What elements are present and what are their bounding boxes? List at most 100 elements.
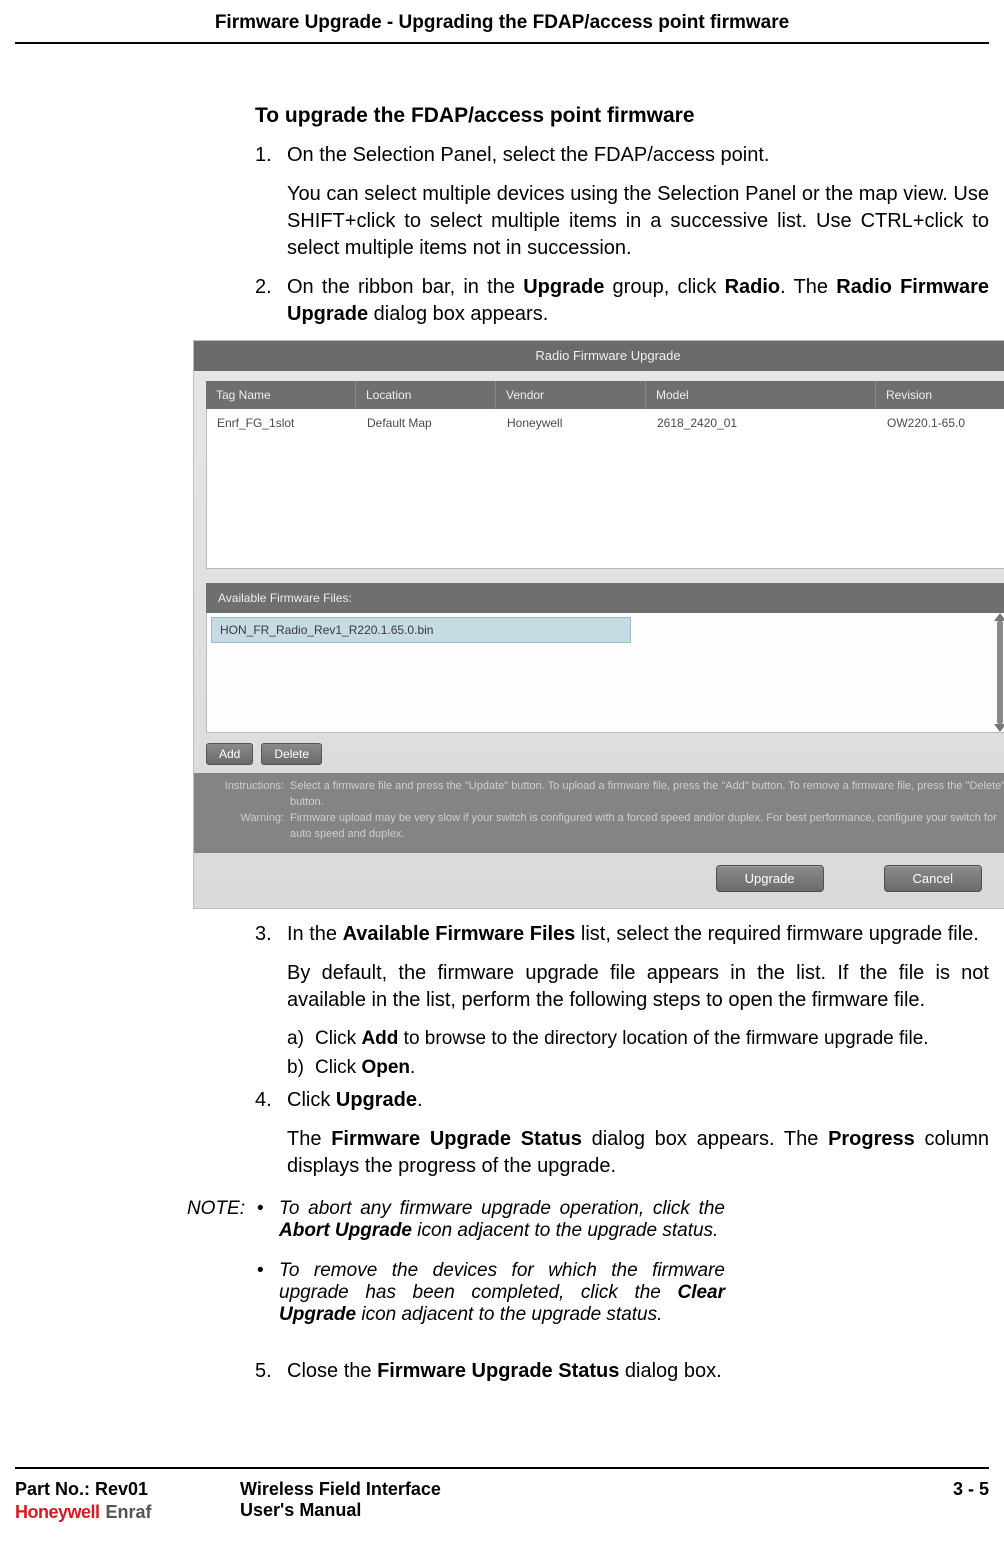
page-number: 3 - 5 bbox=[929, 1479, 989, 1523]
text: to browse to the directory location of t… bbox=[398, 1028, 928, 1049]
step-number: 3. bbox=[255, 921, 272, 948]
section-heading: To upgrade the FDAP/access point firmwar… bbox=[255, 104, 989, 128]
text-bold: Open bbox=[361, 1057, 410, 1078]
warning-text: Firmware upload may be very slow if your… bbox=[290, 811, 1004, 843]
step-4-p2: The Firmware Upgrade Status dialog box a… bbox=[287, 1126, 989, 1180]
step-4-p1: Click Upgrade. bbox=[287, 1087, 989, 1114]
step-3-p2: By default, the firmware upgrade file ap… bbox=[287, 960, 989, 1014]
step-3: 3. In the Available Firmware Files list,… bbox=[255, 921, 989, 1081]
dialog-footer: Upgrade Cancel bbox=[194, 853, 1004, 908]
step-number: 1. bbox=[255, 142, 272, 169]
text: icon adjacent to the upgrade status. bbox=[356, 1304, 662, 1325]
step-number: 2. bbox=[255, 274, 272, 301]
text: list, select the required firmware upgra… bbox=[575, 923, 979, 945]
substep-b: b) Click Open. bbox=[287, 1055, 989, 1081]
text: dialog box appears. bbox=[368, 303, 548, 325]
text-bold: Radio bbox=[725, 276, 781, 298]
list-item[interactable]: HON_FR_Radio_Rev1_R220.1.65.0.bin bbox=[211, 617, 631, 643]
cell-loc: Default Map bbox=[357, 409, 497, 437]
text-bold: Abort Upgrade bbox=[279, 1220, 412, 1241]
text-bold: Progress bbox=[828, 1128, 915, 1150]
radio-firmware-upgrade-dialog: Radio Firmware Upgrade × Tag Name Locati… bbox=[193, 340, 1004, 909]
step-number: 5. bbox=[255, 1358, 272, 1385]
col-model: Model bbox=[646, 381, 876, 409]
text: Click bbox=[315, 1057, 361, 1078]
dialog-screenshot: Radio Firmware Upgrade × Tag Name Locati… bbox=[193, 340, 989, 909]
substep-a: a) Click Add to browse to the directory … bbox=[287, 1026, 989, 1052]
text: In the bbox=[287, 923, 343, 945]
step-1-p1: On the Selection Panel, select the FDAP/… bbox=[287, 142, 989, 169]
header-rule bbox=[15, 42, 989, 44]
honeywell-logo: Honeywell bbox=[15, 1502, 100, 1522]
content-area: To upgrade the FDAP/access point firmwar… bbox=[15, 104, 989, 1385]
add-button[interactable]: Add bbox=[206, 743, 253, 765]
text: To abort any firmware upgrade operation,… bbox=[279, 1198, 725, 1219]
cell-mod: 2618_2420_01 bbox=[647, 409, 877, 437]
doc-title-2: User's Manual bbox=[240, 1500, 929, 1521]
instructions-text: Select a firmware file and press the "Up… bbox=[290, 779, 1004, 811]
scrollbar[interactable] bbox=[997, 621, 1003, 724]
note-label: NOTE: bbox=[183, 1198, 255, 1344]
text: dialog box appears. The bbox=[582, 1128, 828, 1150]
substeps: a) Click Add to browse to the directory … bbox=[287, 1026, 989, 1081]
step-2: 2. On the ribbon bar, in the Upgrade gro… bbox=[255, 274, 989, 909]
col-tag-name: Tag Name bbox=[206, 381, 356, 409]
procedure-list-cont: 5. Close the Firmware Upgrade Status dia… bbox=[255, 1358, 989, 1385]
text: The bbox=[287, 1128, 331, 1150]
grid-header: Tag Name Location Vendor Model Revision bbox=[206, 381, 1004, 409]
enraf-logo: Enraf bbox=[106, 1502, 152, 1522]
text: To remove the devices for which the firm… bbox=[279, 1260, 725, 1303]
text: . bbox=[410, 1057, 415, 1078]
cell-tag: Enrf_FG_1slot bbox=[207, 409, 357, 437]
warning-label: Warning: bbox=[204, 811, 290, 843]
note-block: NOTE: To abort any firmware upgrade oper… bbox=[255, 1198, 989, 1344]
text-bold: Firmware Upgrade Status bbox=[331, 1128, 582, 1150]
dialog-title: Radio Firmware Upgrade bbox=[535, 348, 680, 363]
text-bold: Upgrade bbox=[523, 276, 604, 298]
step-5: 5. Close the Firmware Upgrade Status dia… bbox=[255, 1358, 989, 1385]
text-bold: Firmware Upgrade Status bbox=[377, 1360, 619, 1382]
step-5-p1: Close the Firmware Upgrade Status dialog… bbox=[287, 1358, 989, 1385]
step-1: 1. On the Selection Panel, select the FD… bbox=[255, 142, 989, 262]
text: Click bbox=[287, 1089, 336, 1111]
cell-rev: OW220.1-65.0 bbox=[877, 409, 1004, 437]
procedure-list: 1. On the Selection Panel, select the FD… bbox=[255, 142, 989, 1180]
step-1-p2: You can select multiple devices using th… bbox=[287, 181, 989, 262]
step-3-p1: In the Available Firmware Files list, se… bbox=[287, 921, 989, 948]
text: icon adjacent to the upgrade status. bbox=[412, 1220, 718, 1241]
page-header: Firmware Upgrade - Upgrading the FDAP/ac… bbox=[15, 0, 989, 42]
col-location: Location bbox=[356, 381, 496, 409]
text-bold: Add bbox=[361, 1028, 398, 1049]
instructions-panel: Instructions: Select a firmware file and… bbox=[194, 773, 1004, 853]
text: dialog box. bbox=[619, 1360, 721, 1382]
text-bold: Upgrade bbox=[336, 1089, 417, 1111]
delete-button[interactable]: Delete bbox=[261, 743, 322, 765]
grid-body[interactable]: Enrf_FG_1slot Default Map Honeywell 2618… bbox=[206, 409, 1004, 569]
text: Close the bbox=[287, 1360, 377, 1382]
substep-label: b) bbox=[287, 1055, 304, 1081]
table-row[interactable]: Enrf_FG_1slot Default Map Honeywell 2618… bbox=[207, 409, 1004, 437]
col-revision: Revision bbox=[876, 381, 1004, 409]
available-files-list[interactable]: HON_FR_Radio_Rev1_R220.1.65.0.bin bbox=[206, 613, 1004, 733]
cancel-button[interactable]: Cancel bbox=[884, 865, 982, 892]
cell-ven: Honeywell bbox=[497, 409, 647, 437]
note-item-1: To abort any firmware upgrade operation,… bbox=[255, 1198, 725, 1242]
upgrade-button[interactable]: Upgrade bbox=[716, 865, 824, 892]
text: . bbox=[417, 1089, 423, 1111]
text-bold: Available Firmware Files bbox=[343, 923, 576, 945]
doc-title-1: Wireless Field Interface bbox=[240, 1479, 929, 1500]
dialog-title-bar: Radio Firmware Upgrade × bbox=[194, 341, 1004, 371]
col-vendor: Vendor bbox=[496, 381, 646, 409]
available-files-label: Available Firmware Files: bbox=[206, 583, 1004, 613]
text: On the ribbon bar, in the bbox=[287, 276, 523, 298]
part-number: Part No.: Rev01 bbox=[15, 1479, 240, 1500]
step-number: 4. bbox=[255, 1087, 272, 1114]
brand-logo: Honeywell Enraf bbox=[15, 1502, 240, 1523]
note-body: To abort any firmware upgrade operation,… bbox=[255, 1198, 989, 1344]
substep-label: a) bbox=[287, 1026, 304, 1052]
footer-rule bbox=[15, 1467, 989, 1469]
step-4: 4. Click Upgrade. The Firmware Upgrade S… bbox=[255, 1087, 989, 1180]
text: Click bbox=[315, 1028, 361, 1049]
page-footer: Part No.: Rev01 Honeywell Enraf Wireless … bbox=[15, 1467, 989, 1523]
text: . The bbox=[780, 276, 836, 298]
